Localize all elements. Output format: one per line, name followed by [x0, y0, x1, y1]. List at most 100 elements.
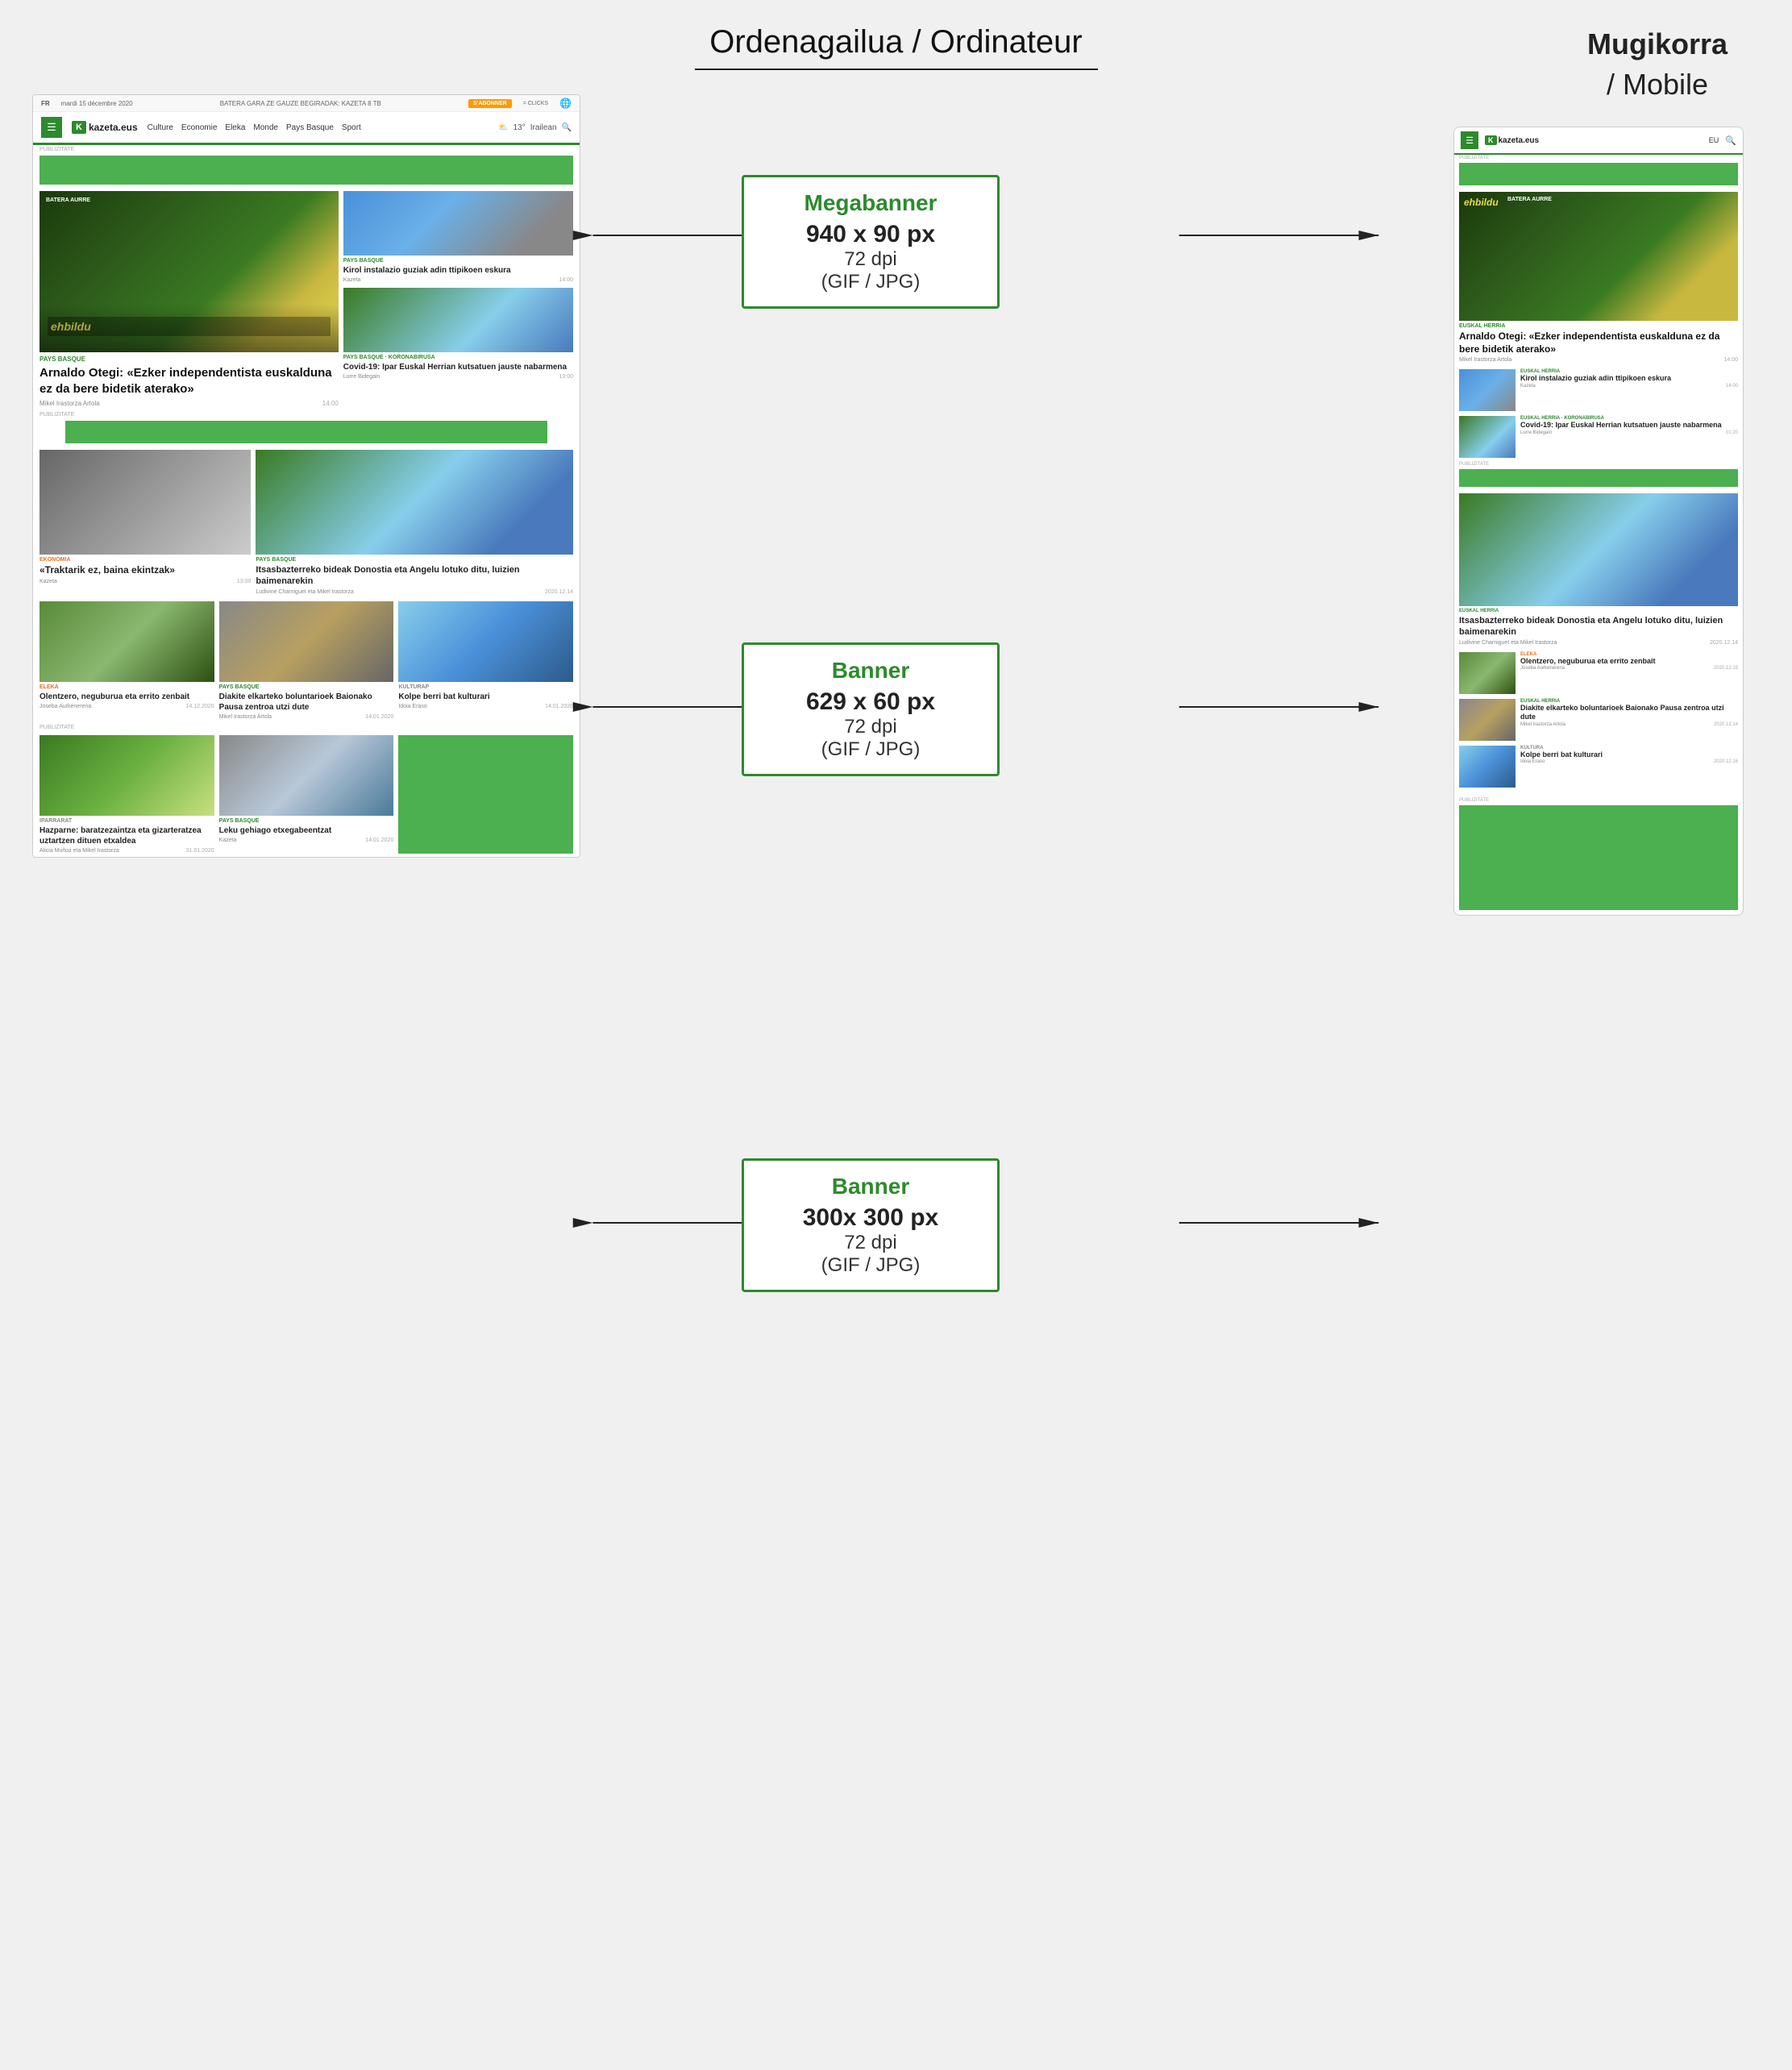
btm-mid-article[interactable]: PAYS BASQUE Leku gehiago etxegabeentzat … — [219, 735, 394, 854]
bot-mid-article[interactable]: PAYS BASQUE Diakite elkarteko boluntario… — [219, 601, 394, 720]
mob-item1-text: EUSKAL HERRIA Kirol instalazio guziak ad… — [1520, 369, 1738, 411]
bm-author: Mikel Irastorza Artola 14.01.2020 — [219, 714, 394, 720]
mobile-list-item-2[interactable]: EUSKAL HERRIA · KORONABIRUSA Covid-19: I… — [1459, 416, 1738, 458]
megabanner-format: (GIF / JPG) — [763, 271, 978, 293]
mobile-logo-box: K — [1485, 135, 1497, 145]
mobile-megabanner — [1459, 163, 1738, 185]
bot-right-article[interactable]: KULTURAP Kolpe berri bat kulturari Idoia… — [398, 601, 573, 720]
banner-ad-1-desktop — [65, 421, 547, 443]
mob-item2-author: Lurre Bidegain 01:20 — [1520, 430, 1738, 435]
nav-economie[interactable]: Economie — [181, 123, 217, 132]
mobile-main-article[interactable]: ehbildu BATERA AURRE EUSKAL HERRIA Arnal… — [1454, 189, 1743, 366]
mobile-pub-label-2: PUBLIZITATE — [1454, 461, 1743, 468]
mob-item4-auth: Joseba Aurkenerena — [1520, 666, 1565, 671]
mobile-lang[interactable]: EU — [1709, 136, 1719, 144]
mob-main-time: 14:00 — [1723, 357, 1738, 363]
tr2-author-name: Lurre Bidegain — [343, 374, 380, 380]
mob-item4-time: 2020.12.15 — [1714, 666, 1738, 671]
br-author-name: Idoia Eraso — [398, 704, 426, 709]
hamburger-btn[interactable]: ☰ — [41, 117, 62, 138]
br-img — [398, 601, 573, 682]
bl-time: 14.12.2020 — [186, 704, 214, 709]
mob-item3-time: 2020.12.14 — [1710, 640, 1738, 646]
megabanner-label: Megabanner — [763, 190, 978, 216]
banner-ad-2-spot — [398, 735, 573, 854]
nav-culture[interactable]: Culture — [148, 123, 173, 132]
title-divider — [695, 69, 1098, 70]
nav-monde[interactable]: Monde — [253, 123, 278, 132]
pub-label-mid: PUBLIZITATE — [33, 410, 580, 419]
nav-links: Culture Economie Eleka Monde Pays Basque… — [148, 123, 489, 132]
top-articles: ehbildu BATERA AURRE PAYS BASQUE Arnaldo… — [33, 188, 580, 410]
subscribe-btn[interactable]: S'ABONNER — [468, 99, 512, 108]
mobile-list-item-1[interactable]: EUSKAL HERRIA Kirol instalazio guziak ad… — [1459, 369, 1738, 411]
mobile-label: Mugikorra / Mobile — [1587, 24, 1728, 106]
page-container: Ordenagailua / Ordinateur Mugikorra / Mo… — [0, 0, 1792, 2070]
mob-item3-cat: EUSKAL HERRIA — [1459, 609, 1738, 613]
bm-author-name: Mikel Irastorza Artola — [219, 714, 272, 720]
pub-label-bot: PUBLIZITATE — [33, 723, 580, 732]
bl-img — [39, 601, 214, 682]
mid-left-article[interactable]: EKONOMIA «Traktarik ez, baina ekintzak» … — [39, 450, 251, 595]
mob-thumb-4 — [1459, 652, 1516, 694]
btl-title: Hazparne: baratzezaintza eta gizarteratz… — [39, 825, 214, 846]
mob-thumb-5 — [1459, 699, 1516, 741]
btl-author: Alicia Muñoz eta Mikel Irastorza 31.01.2… — [39, 848, 214, 854]
ml-source: Kazeta 13:00 — [39, 579, 251, 584]
hamburger-icon: ☰ — [47, 121, 56, 134]
mob-main-author-name: Mikel Irastorza Artola — [1459, 357, 1511, 363]
mob-item2-time: 01:20 — [1726, 430, 1738, 435]
nav-eleka[interactable]: Eleka — [225, 123, 245, 132]
mob-item5-text: EUSKAL HERRIA Diakite elkarteko boluntar… — [1520, 699, 1738, 741]
article-top-right-1[interactable]: PAYS BASQUE Kirol instalazio guziak adin… — [343, 191, 573, 283]
banner1-size: 629 x 60 px — [763, 688, 978, 716]
mobile-pub-label: PUBLIZITATE — [1454, 155, 1743, 161]
mid-articles: EKONOMIA «Traktarik ez, baina ekintzak» … — [33, 447, 580, 598]
tr2-title: Covid-19: Ipar Euskal Herrian kutsatuen … — [343, 362, 573, 372]
banner1-label: Banner — [763, 658, 978, 684]
mr-title: Itsasbazterreko bideak Donostia eta Ange… — [256, 564, 573, 588]
mid-right-article[interactable]: PAYS BASQUE Itsasbazterreko bideak Donos… — [256, 450, 573, 595]
right-articles-top: PAYS BASQUE Kirol instalazio guziak adin… — [343, 191, 573, 407]
main-layout: FR mardi 15 décembre 2020 BATERA GARA ZE… — [0, 94, 1792, 1626]
bl-category: ELEKA — [39, 684, 214, 690]
mobile-list-item-4[interactable]: ELEKA Olentzero, neguburua eta errito ze… — [1459, 652, 1738, 694]
nav-pays-basque[interactable]: Pays Basque — [286, 123, 334, 132]
globe-icon: 🌐 — [559, 98, 572, 109]
btm-left-article[interactable]: IPARRARAT Hazparne: baratzezaintza eta g… — [39, 735, 214, 854]
mobile-list-item-3[interactable]: EUSKAL HERRIA Itsasbazterreko bideak Don… — [1454, 490, 1743, 649]
mob-item5-auth: Mikel Irastorza Artola — [1520, 722, 1565, 727]
btm-time: 14.01.2020 — [365, 838, 393, 843]
mobile-list-item-5[interactable]: EUSKAL HERRIA Diakite elkarteko boluntar… — [1459, 699, 1738, 741]
megabanner-dpi: 72 dpi — [763, 248, 978, 271]
btm-source-name: Kazeta — [219, 838, 237, 843]
mobile-hamburger[interactable]: ☰ — [1461, 131, 1478, 149]
search-icon[interactable]: 🔍 — [562, 123, 572, 132]
mobile-search-icon[interactable]: 🔍 — [1725, 135, 1736, 146]
mobile-pub-label-3: PUBLIZITATE — [1454, 797, 1743, 804]
mobile-browser-frame: ☰ K kazeta.eus EU 🔍 PUBLIZITATE eh — [1453, 127, 1744, 916]
bot-left-article[interactable]: ELEKA Olentzero, neguburua eta errito ze… — [39, 601, 214, 720]
mob-item1-source: Kazeta 14:00 — [1520, 384, 1738, 389]
main-article[interactable]: ehbildu BATERA AURRE PAYS BASQUE Arnaldo… — [39, 191, 339, 407]
title-rest: / Ordinateur — [903, 24, 1082, 60]
main-article-img: ehbildu BATERA AURRE — [39, 191, 339, 352]
logo-container[interactable]: K kazeta.eus — [72, 121, 138, 134]
main-article-time: 14:00 — [322, 400, 339, 407]
banner2-label: Banner — [763, 1174, 978, 1199]
mob-main-author: Mikel Irastorza Artola 14:00 — [1459, 357, 1738, 363]
mob-item6-text: KULTURA Kolpe berri bat kulturari Idoia … — [1520, 746, 1738, 788]
br-title: Kolpe berri bat kulturari — [398, 692, 573, 702]
mobile-logo[interactable]: K kazeta.eus — [1485, 135, 1703, 145]
mob-item3-auth: Ludivine Charniguet eta Mikel Irastorza — [1459, 640, 1557, 646]
banner2-annotation: Banner 300x 300 px 72 dpi (GIF / JPG) — [742, 1158, 1000, 1292]
mob-item4-text: ELEKA Olentzero, neguburua eta errito ze… — [1520, 652, 1738, 694]
mobile-label-line1: Mugikorra — [1587, 27, 1728, 60]
mobile-article-list: EUSKAL HERRIA Kirol instalazio guziak ad… — [1454, 366, 1743, 461]
logo-text: kazeta.eus — [89, 122, 138, 133]
article-top-right-2[interactable]: PAYS BASQUE · KORONABIRUSA Covid-19: Ipa… — [343, 288, 573, 380]
mob-item6-auth: Idoia Eraso — [1520, 759, 1545, 764]
nav-sport[interactable]: Sport — [342, 123, 361, 132]
mobile-list-item-6[interactable]: KULTURA Kolpe berri bat kulturari Idoia … — [1459, 746, 1738, 788]
ml-source-name: Kazeta — [39, 579, 57, 584]
